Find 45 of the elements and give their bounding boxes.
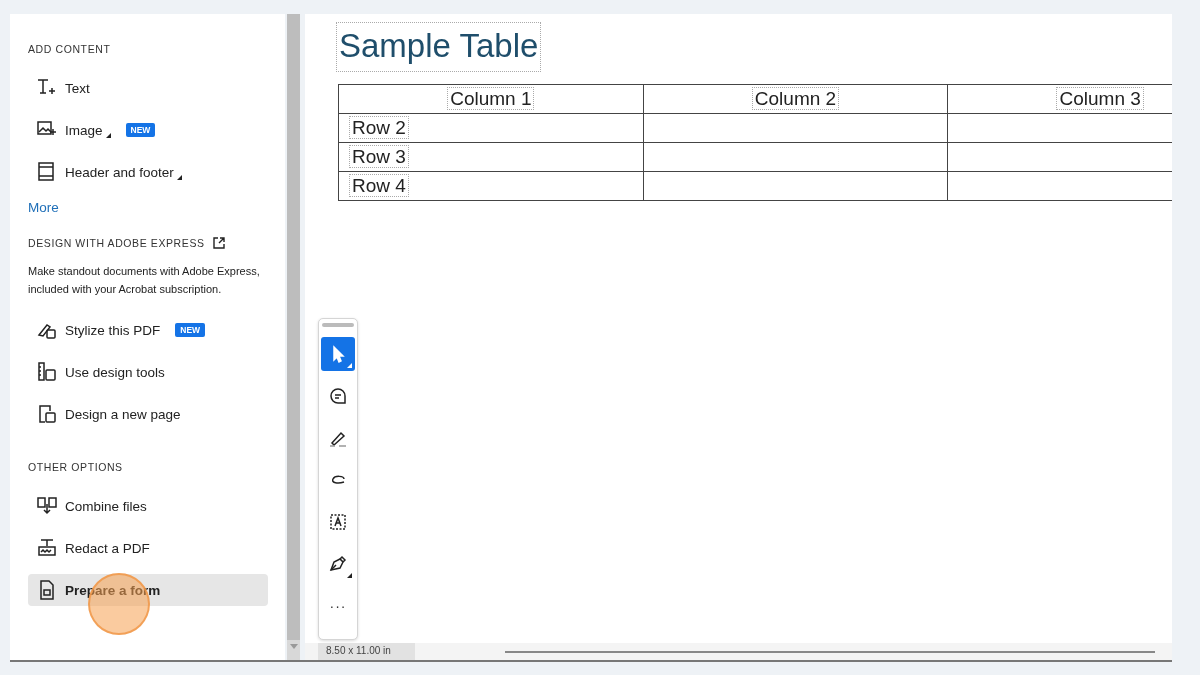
caret-icon [347,363,352,368]
section-heading: OTHER OPTIONS [28,461,123,473]
table-cell: Row 3 [349,145,409,168]
scrollbar[interactable] [287,14,300,660]
more-button[interactable]: ··· [321,589,355,623]
item-label: Stylize this PDF [65,322,161,338]
caret-icon [347,573,352,578]
section-heading: ADD CONTENT [28,43,111,55]
page-size-label: 8.50 x 11.00 in [318,643,415,660]
sidebar-item[interactable]: Image NEW [28,114,268,146]
new-page-icon [36,403,58,425]
item-label: Design a new page [65,406,181,422]
combine-files-icon [36,495,58,517]
sidebar-item[interactable]: Header and footer [28,156,268,188]
sidebar-item[interactable]: Text [28,72,268,104]
table-cell: Row 2 [349,116,409,139]
item-label: Text [65,80,90,96]
item-label: Image [65,122,103,138]
sidebar-item[interactable]: Design a new page [28,398,268,430]
comment-icon [327,385,349,407]
sidebar-item[interactable]: Stylize this PDF NEW [28,314,268,346]
new-badge: NEW [125,123,156,137]
column-header: Column 3 [1056,87,1144,110]
item-label: Redact a PDF [65,540,150,556]
item-label: Header and footer [65,164,174,180]
sidebar-item[interactable]: Combine files [28,490,268,522]
sidebar-item[interactable]: Redact a PDF [28,532,268,564]
column-header: Column 2 [751,87,840,110]
more-link[interactable]: More [28,200,59,215]
item-label: Combine files [65,498,147,514]
ruler-page-icon [36,361,58,383]
freehand-icon [331,475,345,485]
pointer-tool[interactable] [321,337,355,371]
sidebar-item[interactable]: Use design tools [28,356,268,388]
text-box-icon [327,511,349,533]
table-cell: Row 4 [349,174,409,197]
caret-icon [176,175,182,180]
section-description: Make standout documents with Adobe Express, included with your Acrobat subscription. [28,264,261,297]
caret-icon [105,133,111,138]
redact-icon [36,537,58,559]
column-header: Column 1 [447,87,535,110]
new-badge: NEW [175,323,206,337]
document-title: Sample Table [336,22,542,72]
item-label: Use design tools [65,364,165,380]
section-heading: DESIGN WITH ADOBE EXPRESS [28,237,205,249]
